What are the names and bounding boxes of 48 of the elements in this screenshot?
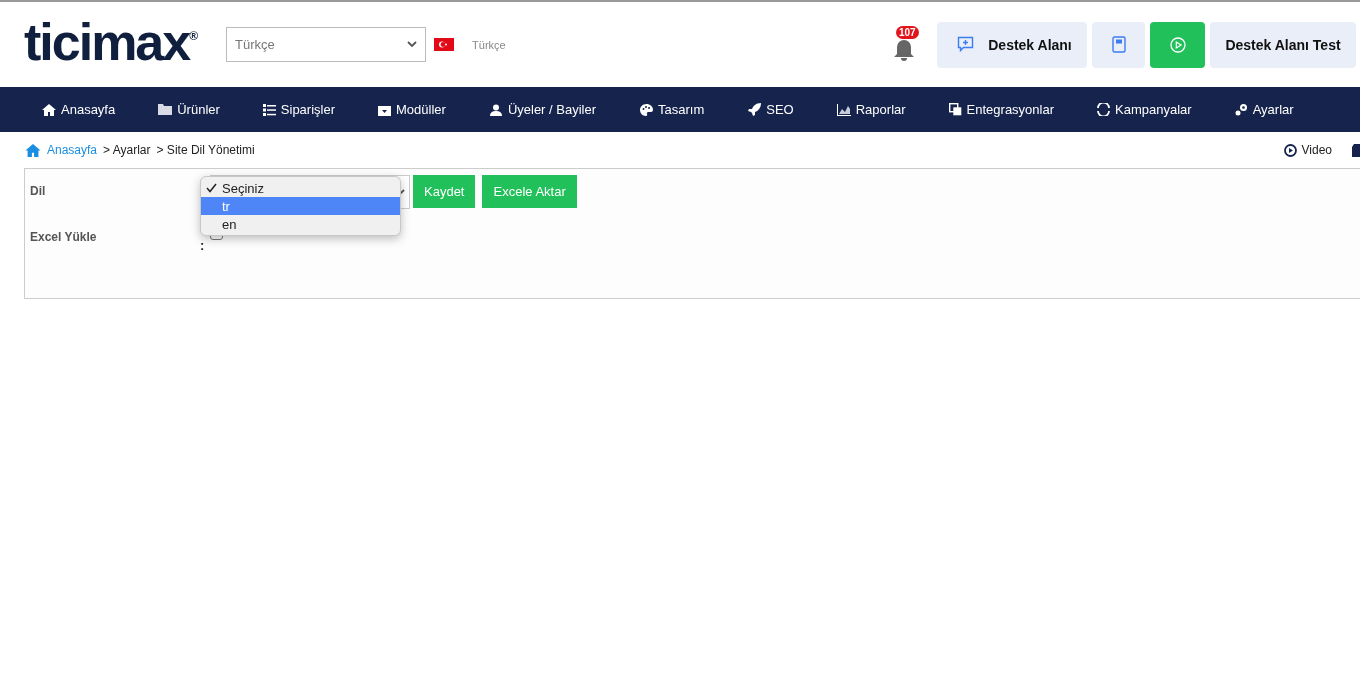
- language-select[interactable]: Türkçe: [226, 27, 427, 62]
- home-icon[interactable]: [25, 143, 41, 157]
- copy-icon: [948, 103, 962, 116]
- box-icon: [378, 103, 391, 116]
- nav-item[interactable]: Üyeler / Bayiler: [488, 102, 596, 117]
- rocket-icon: [748, 103, 762, 116]
- chat-plus-icon: [957, 36, 975, 53]
- breadcrumb-link[interactable]: > Site Dil Yönetimi: [156, 143, 255, 157]
- field-label: Dil: [30, 183, 47, 198]
- nav-item[interactable]: Ürünler: [158, 102, 220, 117]
- logo[interactable]: ticimax®: [24, 15, 199, 68]
- nav-item[interactable]: Siparişler: [262, 102, 335, 117]
- users-icon: [488, 103, 503, 116]
- play-icon: [1169, 36, 1186, 53]
- notification-badge: 107: [896, 25, 919, 39]
- chart-icon: [836, 103, 851, 116]
- play-button[interactable]: [1150, 21, 1205, 68]
- field-label: Excel Yükle: [30, 229, 98, 244]
- book-icon[interactable]: [1352, 143, 1360, 157]
- palette-icon: [640, 103, 653, 116]
- nav-item[interactable]: Tasarım: [640, 102, 705, 117]
- language-label: Türkçe: [472, 38, 506, 51]
- nav-item[interactable]: Kampanyalar: [1097, 102, 1192, 117]
- dropdown-option[interactable]: en: [201, 215, 400, 233]
- support-test-button[interactable]: Destek Alanı Test: [1210, 21, 1356, 68]
- colon: :: [200, 239, 206, 252]
- breadcrumb-link[interactable]: Anasayfa: [47, 143, 98, 157]
- video-link[interactable]: Video: [1283, 143, 1332, 157]
- list-icon: [262, 103, 276, 116]
- nav-item[interactable]: Raporlar: [836, 102, 906, 117]
- folder-icon: [158, 104, 173, 115]
- nav-item[interactable]: Ayarlar: [1234, 102, 1294, 117]
- dropdown-option[interactable]: Seçiniz: [201, 179, 400, 197]
- caret-icon: [407, 41, 418, 48]
- home-icon: [42, 103, 56, 116]
- gears-icon: [1234, 103, 1248, 116]
- book-button[interactable]: [1092, 21, 1145, 68]
- nav-item[interactable]: Modüller: [378, 102, 446, 117]
- breadcrumb-link[interactable]: > Ayarlar: [103, 143, 151, 157]
- support-button[interactable]: Destek Alanı: [937, 21, 1087, 68]
- nav-item[interactable]: SEO: [748, 102, 794, 117]
- bell-icon[interactable]: [892, 37, 916, 62]
- play-icon: [1283, 143, 1297, 157]
- flag-icon: [434, 38, 455, 51]
- nav-item[interactable]: Entegrasyonlar: [948, 102, 1055, 117]
- sync-icon: [1097, 103, 1111, 116]
- book-icon: [1111, 36, 1126, 53]
- nav-item[interactable]: Anasayfa: [42, 102, 116, 117]
